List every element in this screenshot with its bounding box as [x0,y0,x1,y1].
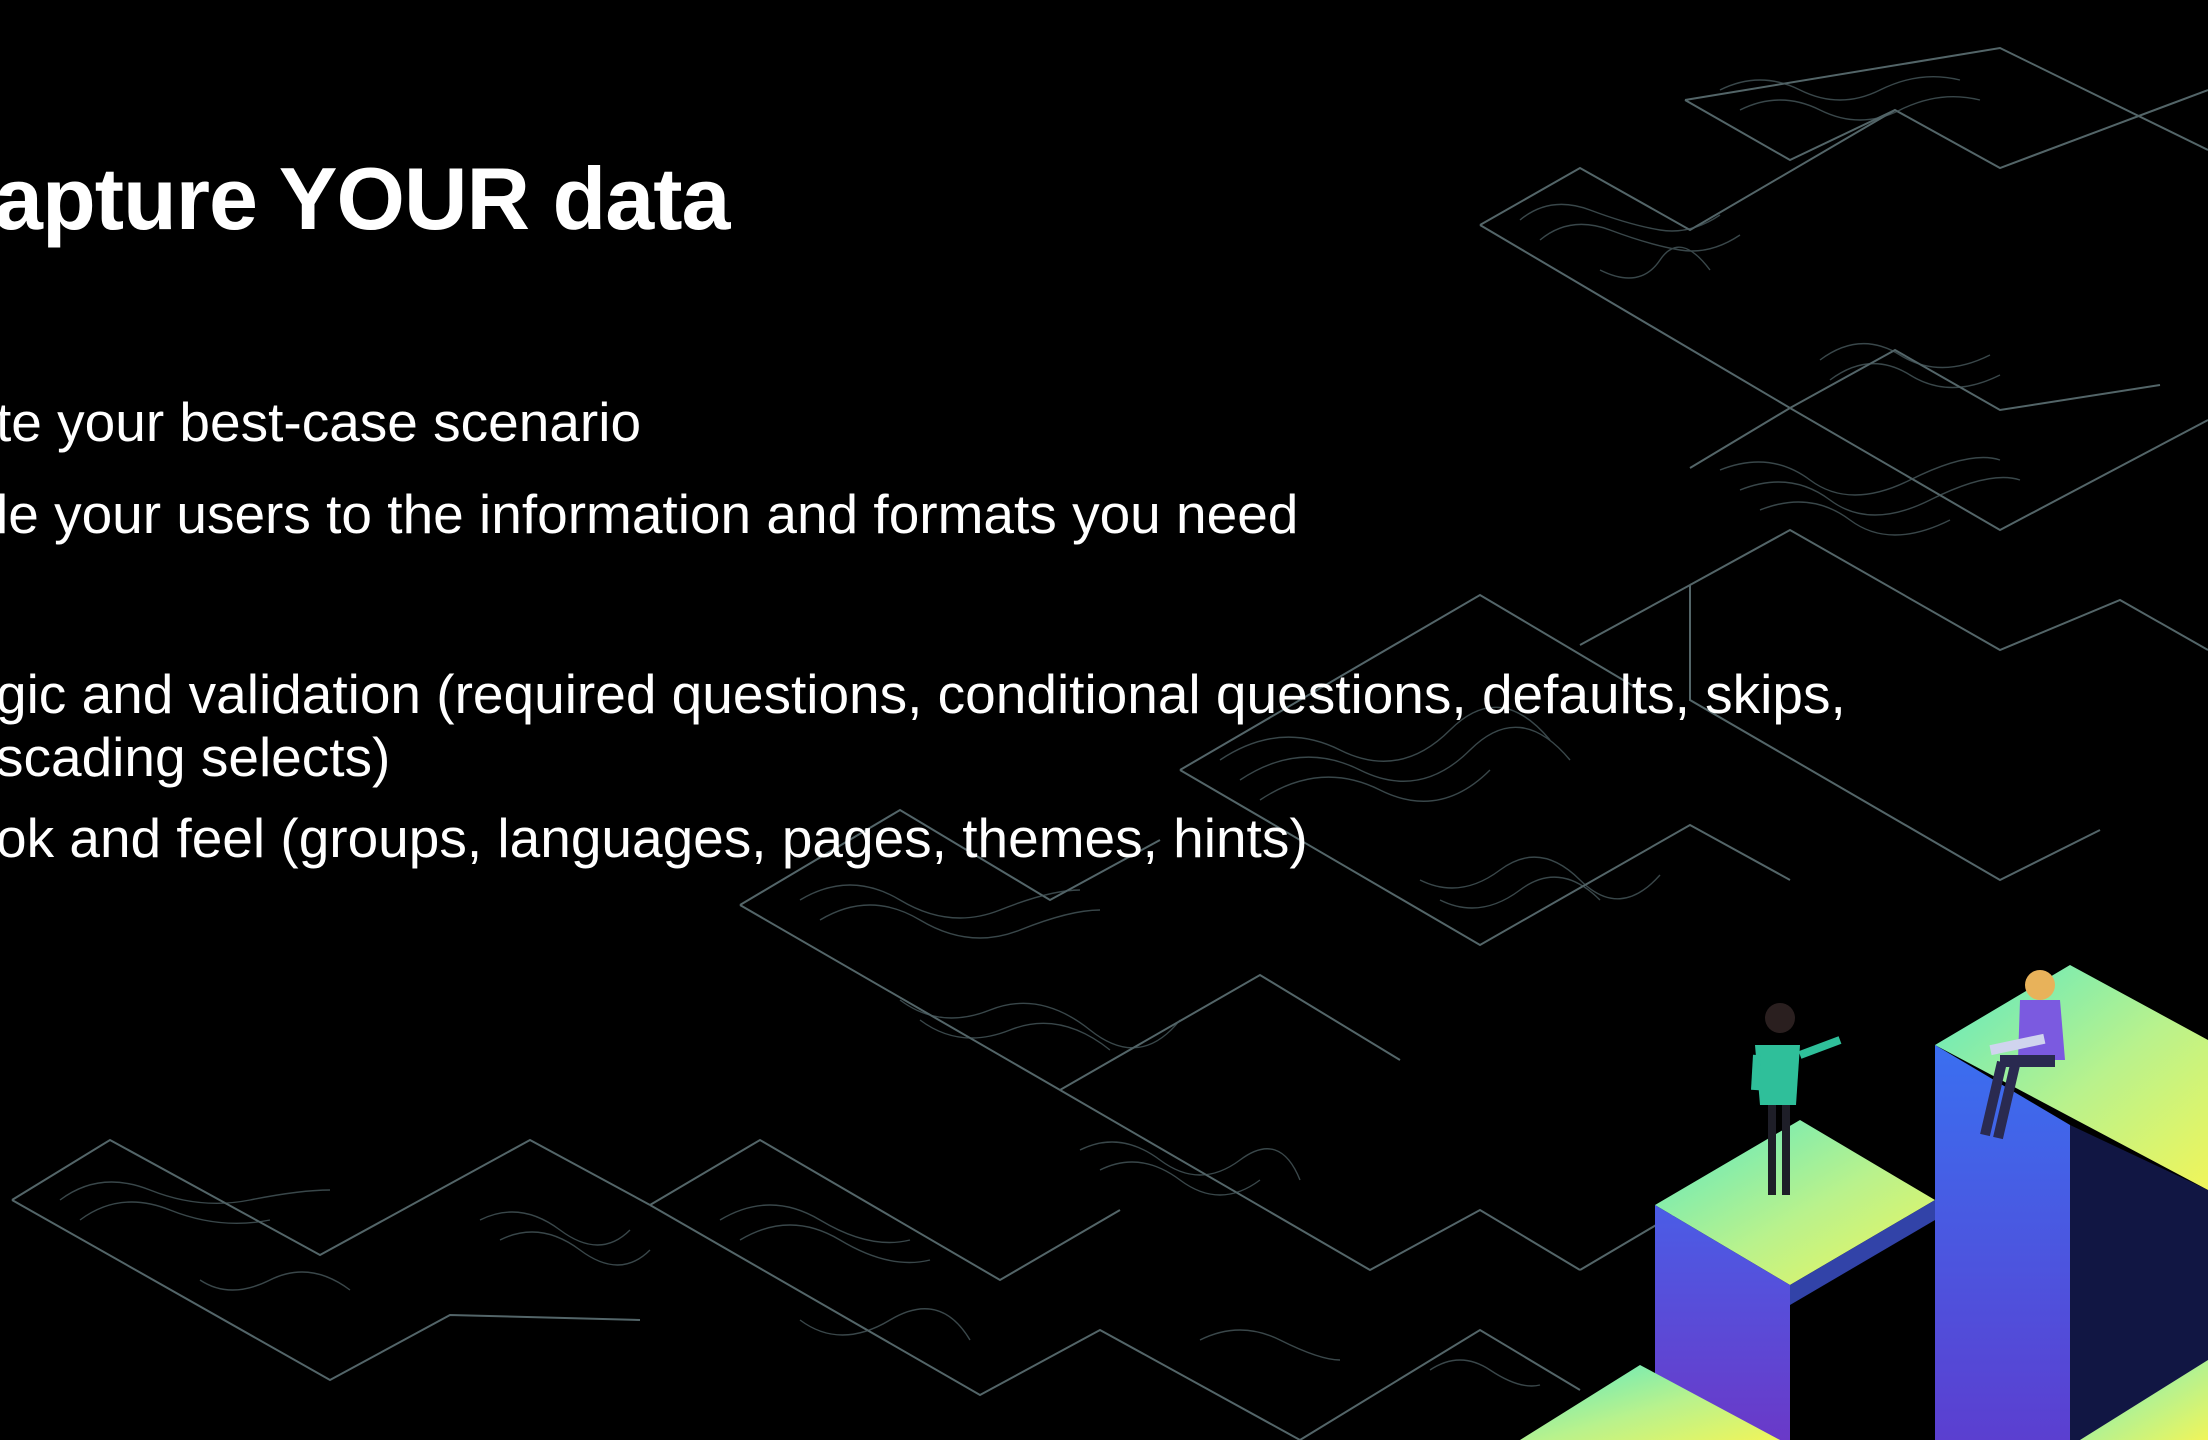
bullet-line-1: te your best-case scenario [0,391,642,453]
bullet-line-3: gic and validation (required questions, … [0,663,1846,725]
slide-content: apture YOUR data te your best-case scena… [0,0,2208,1440]
slide-title: apture YOUR data [0,149,730,248]
bullet-line-4: ok and feel (groups, languages, pages, t… [0,807,1308,869]
bullet-line-2: le your users to the information and for… [0,483,1299,545]
bullet-line-3-continued: scading selects) [0,726,391,788]
